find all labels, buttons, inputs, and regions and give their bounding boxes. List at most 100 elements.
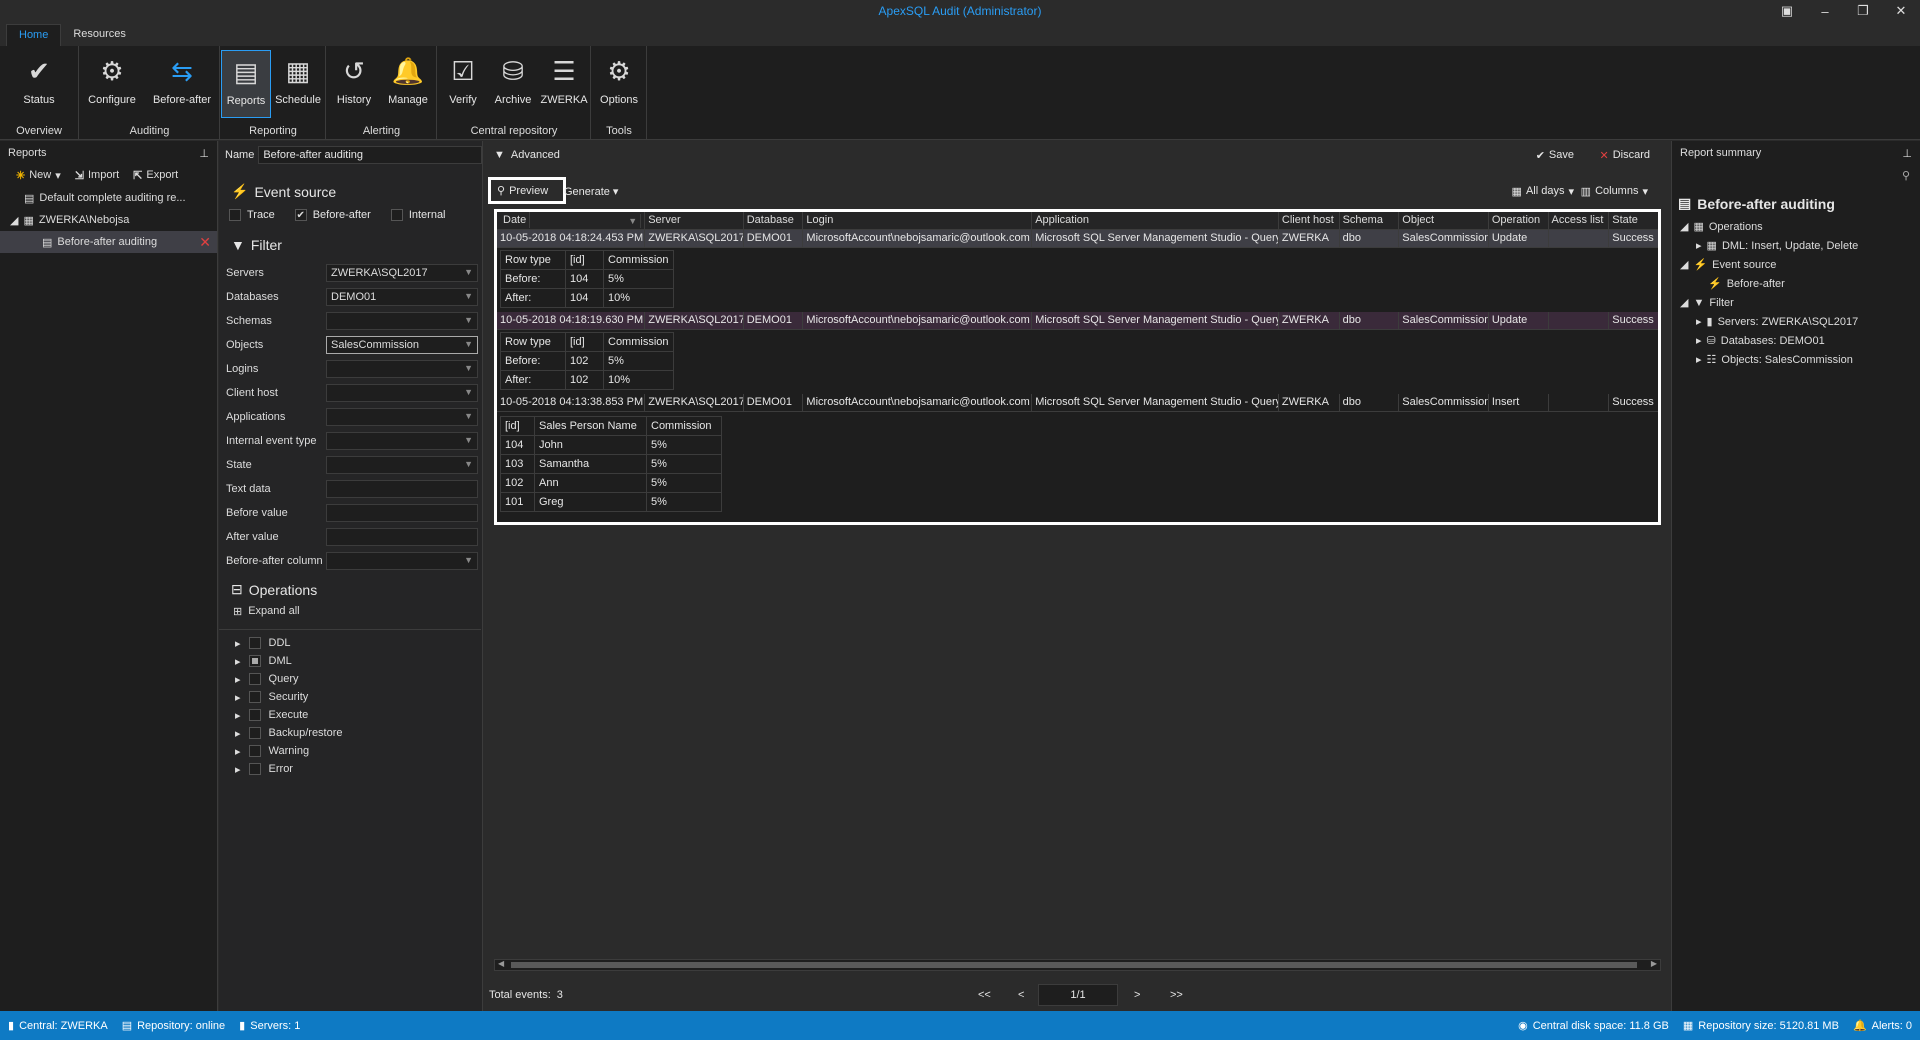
state-dropdown[interactable]: ▼ (326, 456, 478, 474)
servers-dropdown[interactable]: ZWERKA\SQL2017 ▼ (326, 264, 478, 282)
op-checkbox[interactable] (248, 745, 261, 757)
before-value-input[interactable] (326, 504, 478, 522)
before-after-button[interactable]: ⇆ Before-after (148, 50, 216, 118)
tab-home[interactable]: Home (6, 24, 62, 46)
text-data-input[interactable] (326, 480, 478, 498)
status-button[interactable]: ✔ Status (10, 50, 68, 118)
preview-button[interactable]: ⚲ Preview (488, 177, 566, 204)
page-input[interactable]: 1/1 (1038, 984, 1118, 1006)
pin-icon[interactable]: ⊥ (199, 147, 209, 160)
trace-checkbox[interactable]: Trace (229, 209, 275, 221)
op-query[interactable]: ▸ Query (219, 670, 481, 688)
databases-dropdown[interactable]: DEMO01 ▼ (326, 288, 478, 306)
op-checkbox[interactable] (248, 727, 261, 739)
op-checkbox[interactable] (248, 709, 261, 721)
op-checkbox[interactable] (248, 763, 261, 775)
status-alerts[interactable]: 🔔 Alerts: 0 (1853, 1019, 1912, 1033)
op-backup-restore[interactable]: ▸ Backup/restore (219, 724, 481, 742)
col-schema[interactable]: Schema (1340, 212, 1400, 229)
reports-button[interactable]: ▤ Reports (221, 50, 271, 118)
restore-layout-icon[interactable]: ▣ (1768, 0, 1806, 22)
expand-arrow-icon[interactable]: ▸ (235, 709, 241, 722)
op-checkbox[interactable] (248, 691, 261, 703)
advanced-button[interactable]: ▼ Advanced (494, 149, 560, 161)
col-state[interactable]: State (1609, 212, 1658, 229)
tree-item-default-report[interactable]: ▤ Default complete auditing re... (0, 187, 217, 209)
schemas-dropdown[interactable]: ▼ (326, 312, 478, 330)
col-operation[interactable]: Operation (1489, 212, 1549, 229)
col-login[interactable]: Login (803, 212, 1033, 229)
summary-before-after[interactable]: ⚡ Before-after (1680, 274, 1916, 293)
horizontal-scrollbar[interactable]: ◀ ▶ (494, 959, 1661, 971)
checkbox-box[interactable]: ✔ (294, 209, 307, 221)
history-button[interactable]: ↺ History (327, 50, 381, 118)
expand-arrow-icon[interactable]: ▸ (235, 673, 241, 686)
expand-arrow-icon[interactable]: ▸ (235, 727, 241, 740)
before-after-checkbox[interactable]: ✔ Before-after (294, 209, 371, 221)
summary-operations[interactable]: ◢ ▦ Operations (1680, 217, 1916, 236)
expand-arrow-icon[interactable]: ▸ (1696, 353, 1702, 366)
discard-button[interactable]: ✕ Discard (1599, 149, 1650, 162)
internal-checkbox[interactable]: Internal (390, 209, 446, 221)
verify-button[interactable]: ☑ Verify (438, 50, 488, 118)
schedule-button[interactable]: ▦ Schedule (271, 50, 325, 118)
op-execute[interactable]: ▸ Execute (219, 706, 481, 724)
op-checkbox[interactable] (248, 673, 261, 685)
summary-dml[interactable]: ▸ ▦ DML: Insert, Update, Delete (1680, 236, 1916, 255)
table-row[interactable]: 10-05-2018 04:18:19.630 PM ZWERKA\SQL201… (497, 312, 1658, 330)
minimize-button[interactable]: – (1806, 0, 1844, 22)
expand-arrow-icon[interactable]: ◢ (1680, 258, 1688, 271)
op-warning[interactable]: ▸ Warning (219, 742, 481, 760)
op-error[interactable]: ▸ Error (219, 760, 481, 778)
expand-arrow-icon[interactable]: ▸ (235, 763, 241, 776)
archive-button[interactable]: ⛁ Archive (488, 50, 538, 118)
expand-arrow-icon[interactable]: ◢ (10, 214, 18, 227)
logins-dropdown[interactable]: ▼ (326, 360, 478, 378)
col-server[interactable]: Server (645, 212, 744, 229)
op-dml[interactable]: ▸ DML (219, 652, 481, 670)
pin-icon[interactable]: ⊥ (1902, 147, 1912, 160)
col-client-host[interactable]: Client host (1279, 212, 1340, 229)
col-database[interactable]: Database (744, 212, 804, 229)
search-icon[interactable]: ⚲ (1902, 169, 1910, 182)
expand-arrow-icon[interactable]: ▸ (235, 655, 241, 668)
expand-arrow-icon[interactable]: ▸ (235, 691, 241, 704)
client-host-dropdown[interactable]: ▼ (326, 384, 478, 402)
expand-arrow-icon[interactable]: ◢ (1680, 296, 1688, 309)
col-application[interactable]: Application (1032, 212, 1279, 229)
expand-arrow-icon[interactable]: ▸ (1696, 315, 1702, 328)
summary-servers[interactable]: ▸ ▮ Servers: ZWERKA\SQL2017 (1680, 312, 1916, 331)
tree-item-user-folder[interactable]: ◢ ▦ ZWERKA\Nebojsa (0, 209, 217, 231)
applications-dropdown[interactable]: ▼ (326, 408, 478, 426)
col-object[interactable]: Object (1399, 212, 1489, 229)
checkbox-box[interactable] (229, 209, 241, 221)
before-after-column-dropdown[interactable]: ▼ (326, 552, 478, 570)
table-row[interactable]: 10-05-2018 04:13:38.853 PM ZWERKA\SQL201… (497, 394, 1658, 412)
import-button[interactable]: ⇲ Import (75, 169, 119, 182)
manage-button[interactable]: 🔔 Manage (381, 50, 435, 118)
op-security[interactable]: ▸ Security (219, 688, 481, 706)
first-page-button[interactable]: << (978, 989, 991, 1001)
expand-arrow-icon[interactable]: ▸ (235, 745, 241, 758)
expand-all-button[interactable]: ⊞ Expand all (233, 605, 300, 618)
next-page-button[interactable]: > (1134, 989, 1140, 1001)
close-button[interactable]: ✕ (1882, 0, 1920, 22)
delete-icon[interactable]: ✕ (199, 234, 211, 251)
scroll-left-icon[interactable]: ◀ (498, 959, 504, 968)
all-days-dropdown[interactable]: ▦ All days ▾ (1512, 185, 1574, 198)
summary-objects[interactable]: ▸ ☷ Objects: SalesCommission (1680, 350, 1916, 369)
expand-arrow-icon[interactable]: ▸ (235, 637, 241, 650)
internal-event-type-dropdown[interactable]: ▼ (326, 432, 478, 450)
export-button[interactable]: ⇱ Export (133, 169, 178, 182)
columns-dropdown[interactable]: ▥ Columns ▾ (1581, 185, 1648, 198)
zwerka-button[interactable]: ☰ ZWERKA (538, 50, 590, 118)
expand-arrow-icon[interactable]: ▸ (1696, 239, 1702, 252)
name-input[interactable]: Before-after auditing (258, 146, 483, 164)
op-checkbox[interactable] (248, 637, 261, 649)
summary-databases[interactable]: ▸ ⛁ Databases: DEMO01 (1680, 331, 1916, 350)
after-value-input[interactable] (326, 528, 478, 546)
summary-event-source[interactable]: ◢ ⚡ Event source (1680, 255, 1916, 274)
expand-arrow-icon[interactable]: ▸ (1696, 334, 1702, 347)
last-page-button[interactable]: >> (1170, 989, 1183, 1001)
tab-resources[interactable]: Resources (61, 24, 138, 46)
